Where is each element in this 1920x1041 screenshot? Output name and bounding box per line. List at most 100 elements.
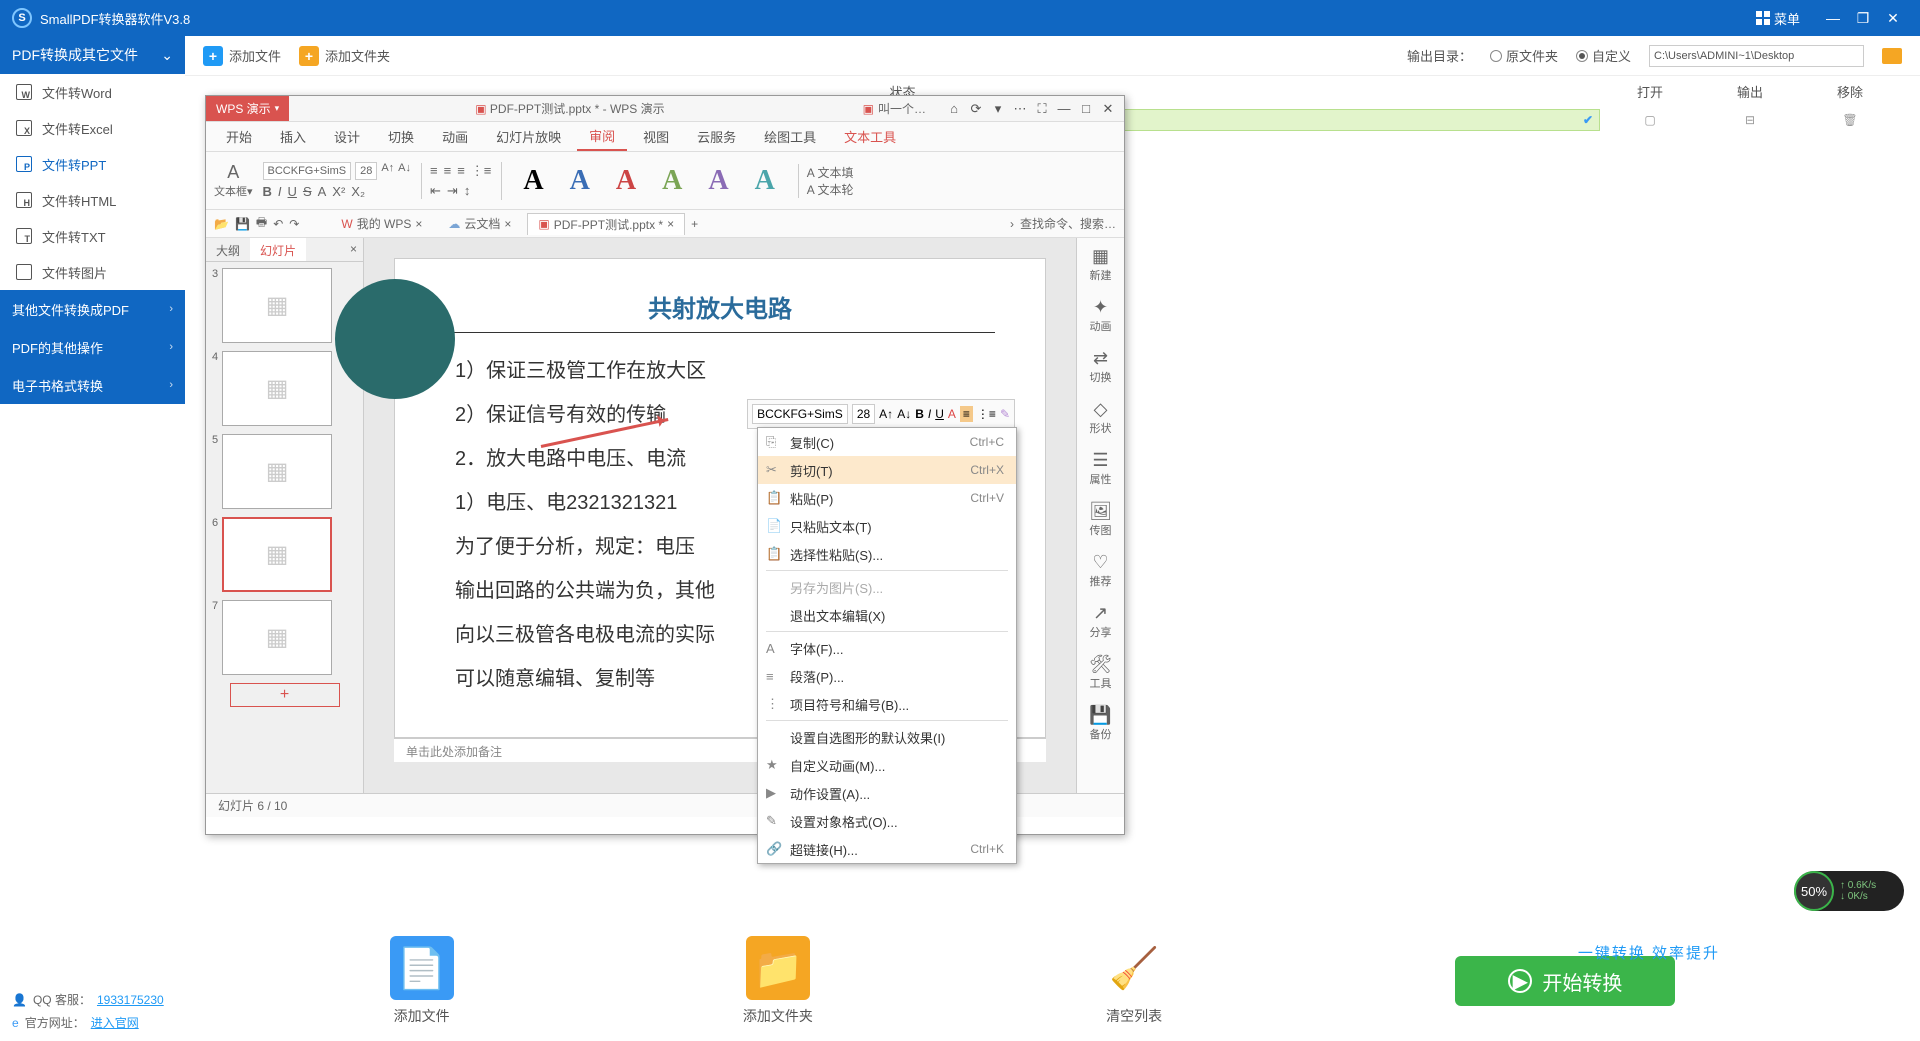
slide-thumb-4[interactable]: 4 [212, 351, 357, 426]
style-a5[interactable]: A [695, 162, 741, 200]
tab-mywps[interactable]: W我的 WPS× [331, 213, 432, 234]
wps-maximize-button[interactable]: □ [1076, 101, 1096, 117]
style-a6[interactable]: A [742, 162, 788, 200]
radio-source-folder[interactable]: 原文件夹 [1490, 46, 1558, 65]
rpanel-新建[interactable]: ▦新建 [1090, 246, 1112, 283]
textbox-button[interactable]: A文本框▾ [214, 162, 253, 199]
linespace-button[interactable]: ↕ [464, 183, 471, 199]
align-right-button[interactable]: ≡ [457, 163, 465, 179]
browse-folder-button[interactable] [1882, 48, 1902, 64]
align-center-button[interactable]: ≡ [444, 163, 452, 179]
wps-tab-other[interactable]: ▣叫一个… [851, 96, 938, 121]
float-brush-icon[interactable]: ✎ [1000, 407, 1010, 421]
underline-button[interactable]: U [288, 184, 297, 199]
context-menu-item[interactable]: A字体(F)... [758, 634, 1016, 662]
menu-button[interactable]: 菜单 [1756, 9, 1800, 28]
undo-icon[interactable]: ↶ [273, 217, 283, 231]
wps-menu-review[interactable]: 审阅 [577, 122, 627, 151]
sidebar-item-txt[interactable]: 文件转TXT [0, 218, 185, 254]
tab-close-icon[interactable]: × [504, 217, 511, 231]
wps-fullscreen-icon[interactable]: ⛶ [1032, 101, 1052, 117]
panel-close-icon[interactable]: × [344, 238, 363, 261]
context-menu-item[interactable]: ★自定义动画(M)... [758, 751, 1016, 779]
slide-thumb-5[interactable]: 5 [212, 434, 357, 509]
indent-dec-button[interactable]: ⇤ [430, 183, 441, 199]
sidebar-item-ppt[interactable]: 文件转PPT [0, 146, 185, 182]
float-color[interactable]: A [948, 407, 956, 421]
style-a2[interactable]: A [557, 162, 603, 200]
float-shrink-icon[interactable]: A↓ [897, 407, 911, 421]
context-menu-item[interactable]: 📋粘贴(P)Ctrl+V [758, 484, 1016, 512]
bold-button[interactable]: B [263, 184, 272, 199]
style-a3[interactable]: A [603, 162, 649, 200]
context-menu-item[interactable]: ▶动作设置(A)... [758, 779, 1016, 807]
wps-menu-slideshow[interactable]: 幻灯片放映 [484, 123, 573, 150]
context-menu-item[interactable]: ⎘复制(C)Ctrl+C [758, 428, 1016, 456]
sidebar-section-other-to-pdf[interactable]: 其他文件转换成PDF› [0, 290, 185, 328]
wps-menu-view[interactable]: 视图 [631, 123, 681, 150]
wps-minimize-button[interactable]: — [1054, 101, 1074, 117]
slide-thumb-6[interactable]: 6 [212, 517, 357, 592]
bottom-add-folder[interactable]: 📁添加文件夹 [743, 936, 813, 1026]
float-size[interactable]: 28 [852, 404, 875, 424]
rpanel-形状[interactable]: ◇形状 [1090, 399, 1112, 436]
wps-refresh-icon[interactable]: ⟳ [966, 101, 986, 117]
sidebar-item-html[interactable]: 文件转HTML [0, 182, 185, 218]
context-menu-item[interactable]: ✎设置对象格式(O)... [758, 807, 1016, 835]
font-shrink-icon[interactable]: A↓ [398, 162, 411, 180]
tab-close-icon[interactable]: × [667, 217, 674, 231]
context-menu-item[interactable]: 📄只粘贴文本(T) [758, 512, 1016, 540]
rpanel-推荐[interactable]: ♡推荐 [1090, 552, 1112, 589]
speed-widget[interactable]: 50% ↑ 0.6K/s↓ 0K/s [1794, 871, 1904, 911]
slide-thumb-7[interactable]: 7 [212, 600, 357, 675]
wps-menu-texttools[interactable]: 文本工具 [832, 123, 908, 150]
remove-button[interactable]: 🗑 [1800, 113, 1900, 127]
float-grow-icon[interactable]: A↑ [879, 407, 893, 421]
add-folder-button[interactable]: +添加文件夹 [299, 46, 390, 66]
redo-icon[interactable]: ↷ [289, 217, 299, 231]
wps-more-icon[interactable]: ⋯ [1010, 101, 1030, 117]
open-icon[interactable]: 📂 [214, 217, 229, 231]
wps-dropdown-icon[interactable]: ▾ [988, 101, 1008, 117]
bottom-add-file[interactable]: 📄添加文件 [390, 936, 454, 1026]
wps-menu-design[interactable]: 设计 [322, 123, 372, 150]
maximize-button[interactable]: ❐ [1848, 10, 1878, 27]
start-convert-button[interactable]: ▶开始转换 [1455, 956, 1675, 1006]
bottom-clear[interactable]: 🧹清空列表 [1102, 936, 1166, 1026]
sidebar-section-ebook[interactable]: 电子书格式转换› [0, 366, 185, 404]
context-menu-item[interactable]: 📋选择性粘贴(S)... [758, 540, 1016, 568]
site-link[interactable]: 进入官网 [91, 1014, 139, 1031]
tab-close-icon[interactable]: × [415, 217, 422, 231]
wps-close-button[interactable]: ✕ [1098, 101, 1118, 117]
wps-menu-insert[interactable]: 插入 [268, 123, 318, 150]
outline-tab[interactable]: 大纲 [206, 238, 250, 261]
output-path-input[interactable] [1649, 45, 1864, 67]
wps-menu-animation[interactable]: 动画 [430, 123, 480, 150]
subscript-button[interactable]: X₂ [351, 184, 365, 199]
indent-inc-button[interactable]: ⇥ [447, 183, 458, 199]
context-menu-item[interactable]: ≡段落(P)... [758, 662, 1016, 690]
style-a1[interactable]: A [510, 162, 556, 200]
radio-custom[interactable]: 自定义 [1576, 46, 1631, 65]
fontcolor-button[interactable]: A [318, 184, 327, 199]
wps-home-icon[interactable]: ⌂ [944, 101, 964, 117]
context-menu-item[interactable]: 🔗超链接(H)...Ctrl+K [758, 835, 1016, 863]
sidebar-item-image[interactable]: 文件转图片 [0, 254, 185, 290]
output-button[interactable]: ⊟ [1700, 113, 1800, 127]
close-button[interactable]: ✕ [1878, 10, 1908, 27]
rpanel-分享[interactable]: ↗分享 [1090, 603, 1112, 640]
wps-menu-start[interactable]: 开始 [214, 123, 264, 150]
wps-menu-transition[interactable]: 切换 [376, 123, 426, 150]
font-select[interactable]: BCCKFG+SimS [263, 162, 352, 180]
bullets-button[interactable]: ⋮≡ [471, 163, 492, 179]
float-italic[interactable]: I [928, 407, 931, 421]
tab-current-doc[interactable]: ▣PDF-PPT测试.pptx *× [527, 213, 685, 235]
add-slide-button[interactable]: + [230, 683, 340, 707]
rpanel-切换[interactable]: ⇄切换 [1090, 348, 1112, 385]
float-bullets[interactable]: ⋮≡ [977, 407, 996, 421]
tab-cloud[interactable]: ☁云文档× [438, 213, 521, 234]
sidebar-item-excel[interactable]: 文件转Excel [0, 110, 185, 146]
strike-button[interactable]: S [303, 184, 312, 199]
context-menu-item[interactable]: ✂剪切(T)Ctrl+X [758, 456, 1016, 484]
rpanel-备份[interactable]: 💾备份 [1089, 705, 1111, 742]
